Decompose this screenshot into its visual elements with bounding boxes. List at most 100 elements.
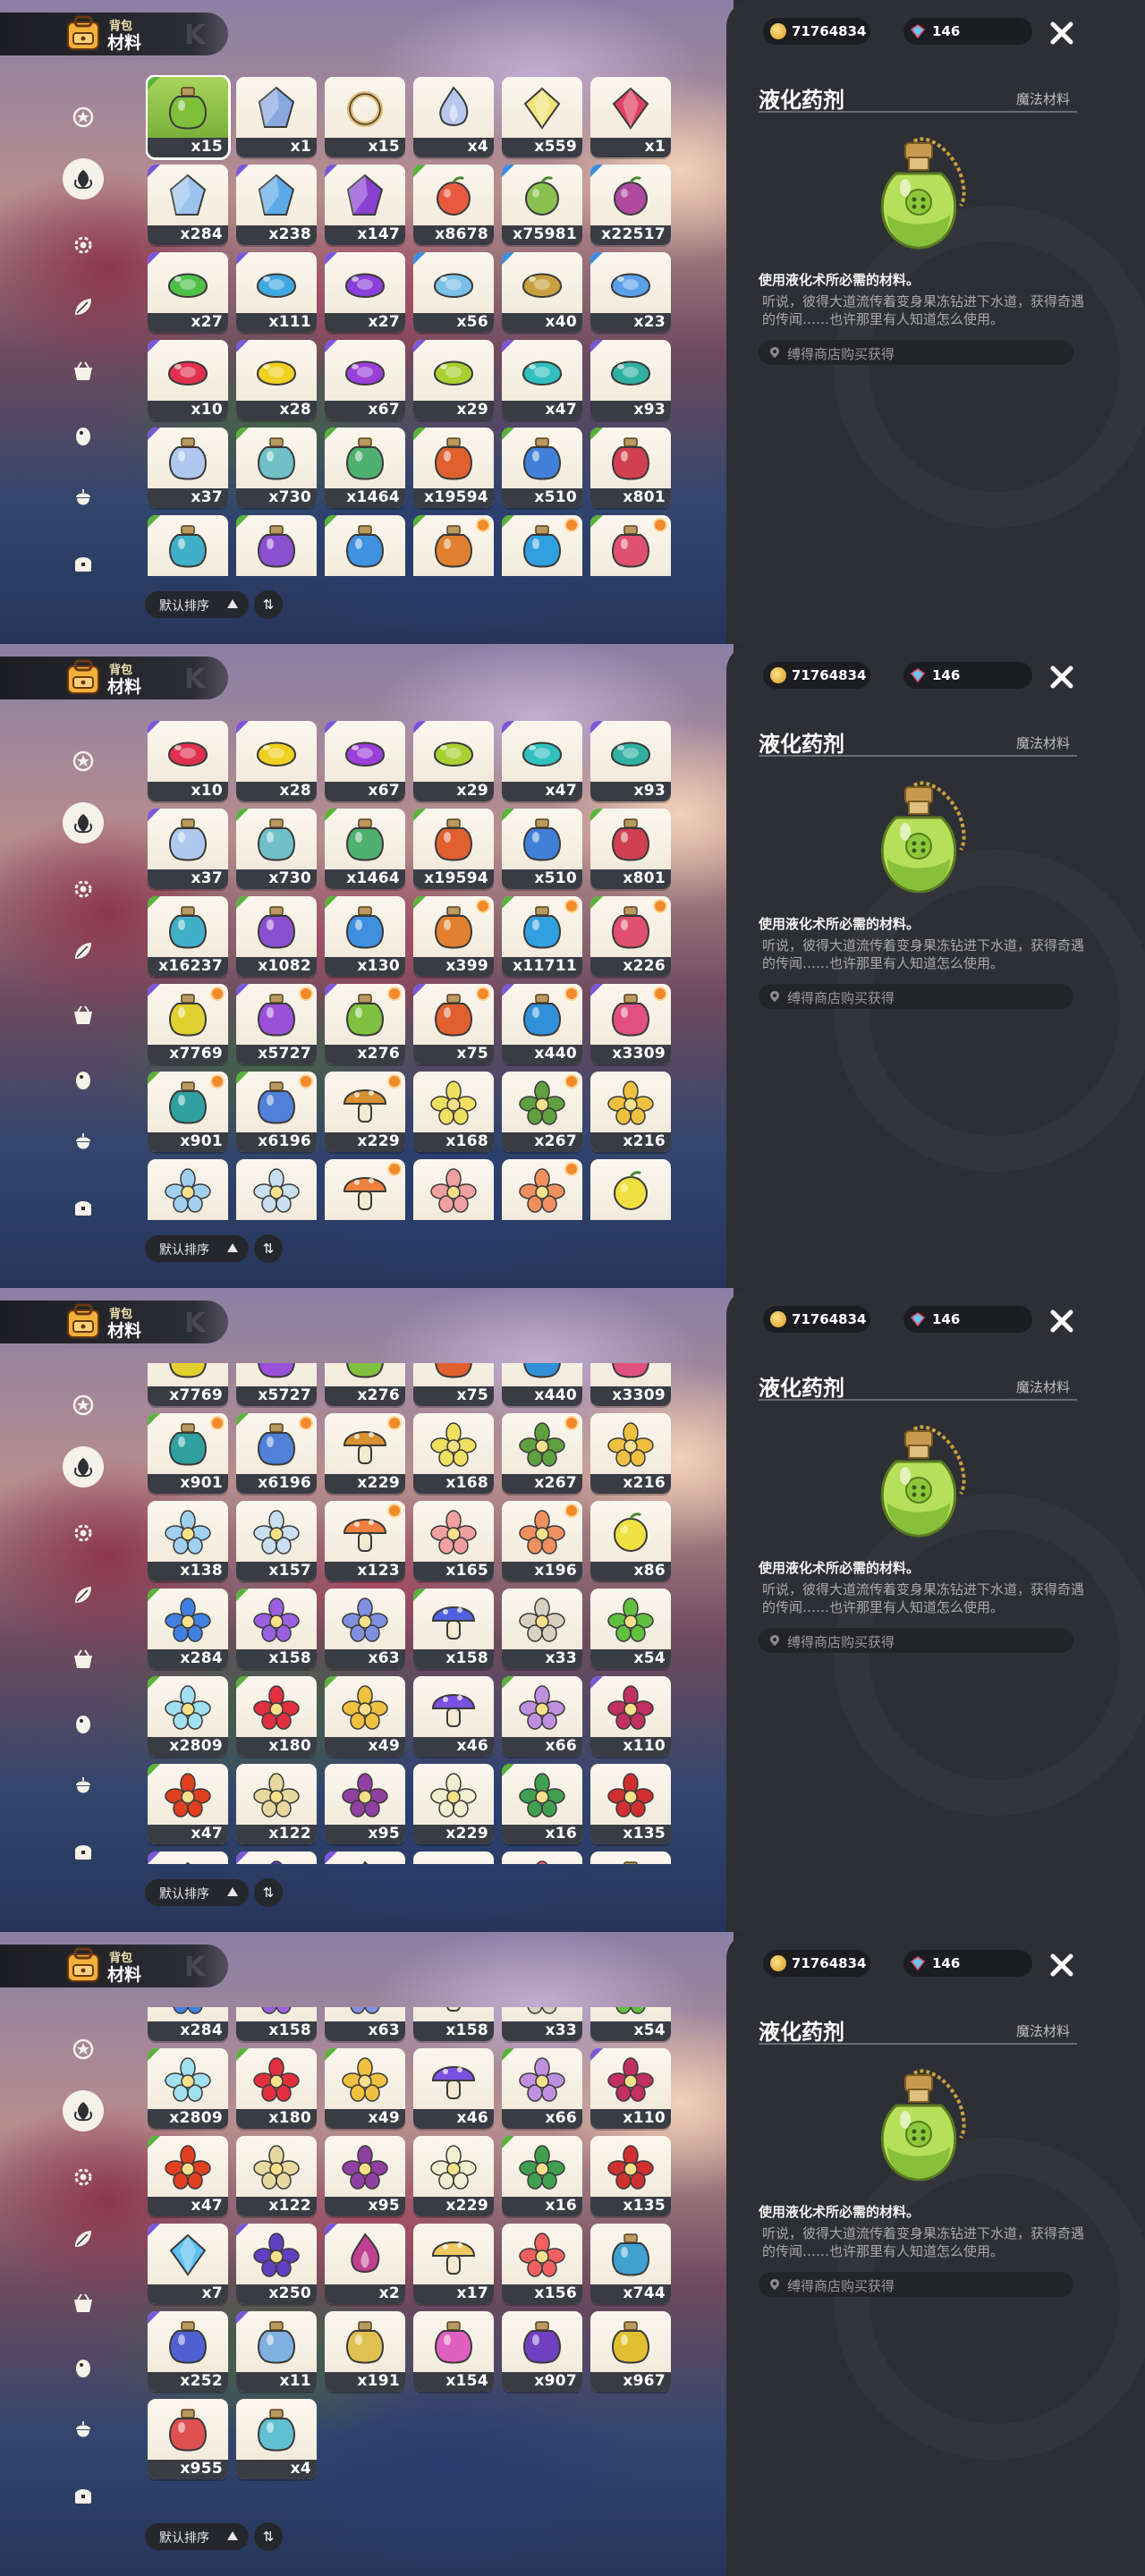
inventory-item[interactable]: x11711 xyxy=(502,896,582,977)
inventory-item[interactable]: x5727 xyxy=(236,984,317,1064)
inventory-item[interactable]: x3309 xyxy=(590,1363,671,1406)
inventory-item[interactable]: x27 xyxy=(148,252,228,333)
inventory-item[interactable]: x135 xyxy=(590,2136,671,2217)
inventory-item[interactable]: x156 xyxy=(502,2224,582,2305)
inventory-item[interactable]: x138 xyxy=(148,1159,228,1220)
inventory-item[interactable]: x250 xyxy=(236,2224,317,2305)
inventory-item[interactable]: x66 xyxy=(502,2048,582,2130)
badge-icon[interactable] xyxy=(65,743,101,779)
inventory-item[interactable]: x165 xyxy=(413,1159,494,1220)
sort-dropdown[interactable]: 默认排序 xyxy=(145,1879,249,1906)
inventory-item[interactable]: x19594 xyxy=(413,428,494,508)
inventory-item[interactable]: x54 xyxy=(590,1588,671,1669)
item-grid[interactable]: x10 x28 x67 x29 x47 x93 x37 x730 x1464 x… xyxy=(146,719,674,1220)
inventory-item[interactable]: x40 xyxy=(502,252,582,333)
inventory-item[interactable]: x510 xyxy=(502,428,582,508)
inventory-item[interactable]: x7 xyxy=(148,1851,228,1864)
inventory-item[interactable]: x111 xyxy=(236,252,317,333)
inventory-item[interactable]: x4 xyxy=(413,77,494,157)
inventory-item[interactable]: x46 xyxy=(413,2048,494,2130)
inventory-item[interactable]: x47 xyxy=(502,721,582,801)
inventory-item[interactable]: x37 xyxy=(148,809,228,889)
inventory-item[interactable]: x284 xyxy=(148,2007,228,2042)
inventory-item[interactable]: x95 xyxy=(325,2136,405,2217)
close-icon[interactable] xyxy=(1047,1950,1077,1980)
inventory-item[interactable]: x158 xyxy=(236,1588,317,1669)
inventory-item[interactable]: x19594 xyxy=(413,809,494,889)
inventory-item[interactable]: x23 xyxy=(590,252,671,333)
inventory-item[interactable]: x67 xyxy=(325,721,405,801)
inventory-item[interactable]: x28 xyxy=(236,721,317,801)
sort-order-toggle-button[interactable]: ⇅ xyxy=(254,590,283,619)
inventory-item[interactable]: x168 xyxy=(413,1412,494,1494)
sort-order-toggle-button[interactable]: ⇅ xyxy=(254,1878,283,1907)
leaf-material-icon[interactable] xyxy=(63,158,104,199)
leaf-material-icon[interactable] xyxy=(63,802,104,843)
leaf-material-icon[interactable] xyxy=(63,2090,104,2131)
inventory-item[interactable]: x744 xyxy=(590,1851,671,1864)
inventory-item[interactable]: x399 xyxy=(413,515,494,576)
inventory-item[interactable]: x157 xyxy=(236,1500,317,1581)
item-grid[interactable]: x284 x158 x63 x158 x33 x54 x2809 x180 x4… xyxy=(146,2007,674,2508)
chest-icon[interactable] xyxy=(65,1834,101,1869)
inventory-item[interactable]: x801 xyxy=(590,809,671,889)
acorn-icon[interactable] xyxy=(65,481,101,517)
close-icon[interactable] xyxy=(1047,1306,1077,1336)
sort-dropdown[interactable]: 默认排序 xyxy=(145,1235,249,1262)
inventory-item[interactable]: x17 xyxy=(413,2224,494,2305)
inventory-item[interactable]: x3309 xyxy=(590,984,671,1064)
sort-dropdown[interactable]: 默认排序 xyxy=(145,591,249,618)
inventory-item[interactable]: x5727 xyxy=(236,1363,317,1406)
leaf-icon[interactable] xyxy=(65,2221,101,2257)
inventory-item[interactable]: x33 xyxy=(502,2007,582,2042)
inventory-item[interactable]: x15 xyxy=(148,77,228,157)
inventory-item[interactable]: x180 xyxy=(236,1675,317,1757)
inventory-item[interactable]: x6196 xyxy=(236,1072,317,1152)
basket-icon[interactable] xyxy=(65,2285,101,2321)
inventory-item[interactable]: x147 xyxy=(325,165,405,245)
gear-icon[interactable] xyxy=(65,871,101,907)
inventory-item[interactable]: x226 xyxy=(590,515,671,576)
inventory-item[interactable]: x11711 xyxy=(502,515,582,576)
inventory-item[interactable]: x252 xyxy=(148,2311,228,2393)
inventory-item[interactable]: x730 xyxy=(236,428,317,508)
inventory-item[interactable]: x229 xyxy=(325,1072,405,1152)
inventory-item[interactable]: x2 xyxy=(325,1851,405,1864)
sort-order-toggle-button[interactable]: ⇅ xyxy=(254,2522,283,2551)
inventory-item[interactable]: x37 xyxy=(148,428,228,508)
inventory-item[interactable]: x801 xyxy=(590,428,671,508)
inventory-item[interactable]: x54 xyxy=(590,2007,671,2042)
inventory-item[interactable]: x1464 xyxy=(325,809,405,889)
inventory-item[interactable]: x1 xyxy=(590,77,671,157)
inventory-item[interactable]: x11 xyxy=(236,2311,317,2393)
inventory-item[interactable]: x16 xyxy=(502,2136,582,2217)
inventory-item[interactable]: x559 xyxy=(502,77,582,157)
inventory-item[interactable]: x284 xyxy=(148,1588,228,1669)
inventory-item[interactable]: x154 xyxy=(413,2311,494,2393)
inventory-item[interactable]: x744 xyxy=(590,2224,671,2305)
sort-order-toggle-button[interactable]: ⇅ xyxy=(254,1234,283,1263)
inventory-item[interactable]: x122 xyxy=(236,2136,317,2217)
inventory-item[interactable]: x1082 xyxy=(236,896,317,977)
inventory-item[interactable]: x276 xyxy=(325,984,405,1064)
inventory-item[interactable]: x157 xyxy=(236,1159,317,1220)
inventory-item[interactable]: x158 xyxy=(236,2007,317,2042)
inventory-item[interactable]: x7769 xyxy=(148,984,228,1064)
inventory-item[interactable]: x267 xyxy=(502,1412,582,1494)
leaf-icon[interactable] xyxy=(65,1577,101,1613)
inventory-item[interactable]: x196 xyxy=(502,1500,582,1581)
inventory-item[interactable]: x66 xyxy=(502,1675,582,1757)
inventory-item[interactable]: x440 xyxy=(502,1363,582,1406)
item-grid[interactable]: x15 x1 x15 x4 x559 x1 x284 x238 x147 x86… xyxy=(146,75,674,576)
inventory-item[interactable]: x901 xyxy=(148,1412,228,1494)
inventory-item[interactable]: x110 xyxy=(590,2048,671,2130)
inventory-item[interactable]: x250 xyxy=(236,1851,317,1864)
inventory-item[interactable]: x276 xyxy=(325,1363,405,1406)
inventory-item[interactable]: x130 xyxy=(325,896,405,977)
inventory-item[interactable]: x180 xyxy=(236,2048,317,2130)
inventory-item[interactable]: x56 xyxy=(413,252,494,333)
inventory-item[interactable]: x75 xyxy=(413,1363,494,1406)
inventory-item[interactable]: x191 xyxy=(325,2311,405,2393)
inventory-item[interactable]: x2809 xyxy=(148,2048,228,2130)
close-icon[interactable] xyxy=(1047,662,1077,692)
